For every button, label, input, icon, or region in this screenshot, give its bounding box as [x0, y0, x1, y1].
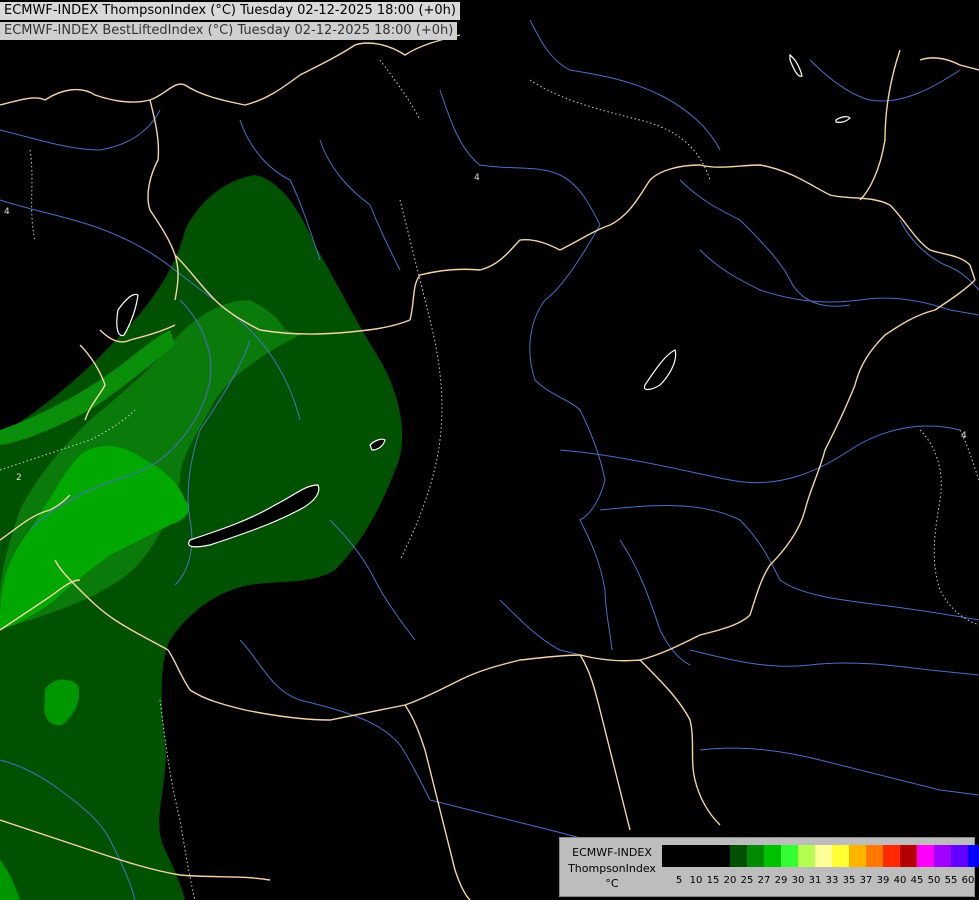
- map-title-secondary: ECMWF-INDEX BestLiftedIndex (°C) Tuesday…: [0, 22, 458, 40]
- legend-swatch: [866, 845, 883, 867]
- color-legend: ECMWF-INDEX ThompsonIndex °C 5 10 15 20 25 27…: [559, 837, 979, 897]
- legend-swatch: [883, 845, 900, 867]
- map-title-primary: ECMWF-INDEX ThompsonIndex (°C) Tuesday 0…: [0, 2, 460, 20]
- legend-swatch: [968, 845, 979, 867]
- contour-label: 2: [16, 473, 22, 483]
- legend-swatch: [832, 845, 849, 867]
- contour-label: 4: [4, 207, 10, 217]
- legend-swatch: [679, 845, 696, 867]
- legend-swatch: [662, 845, 679, 867]
- legend-swatch: [934, 845, 951, 867]
- legend-swatch: [747, 845, 764, 867]
- legend-model-name: ECMWF-INDEX: [572, 846, 652, 859]
- weather-map: 4 2 4 4: [0, 0, 979, 900]
- legend-swatch: [815, 845, 832, 867]
- legend-swatch: [951, 845, 968, 867]
- legend-swatch: [730, 845, 747, 867]
- legend-unit: °C: [605, 877, 619, 890]
- legend-tick-label: 60: [961, 875, 975, 886]
- legend-swatch: [849, 845, 866, 867]
- legend-parameter-name: ThompsonIndex: [568, 862, 656, 875]
- contour-label: 4: [961, 431, 967, 441]
- legend-swatch: [781, 845, 798, 867]
- legend-swatch: [917, 845, 934, 867]
- legend-swatch: [900, 845, 917, 867]
- legend-swatch: [696, 845, 713, 867]
- contour-label: 4: [474, 173, 480, 183]
- legend-swatch: [713, 845, 730, 867]
- legend-swatch: [764, 845, 781, 867]
- legend-swatch: [798, 845, 815, 867]
